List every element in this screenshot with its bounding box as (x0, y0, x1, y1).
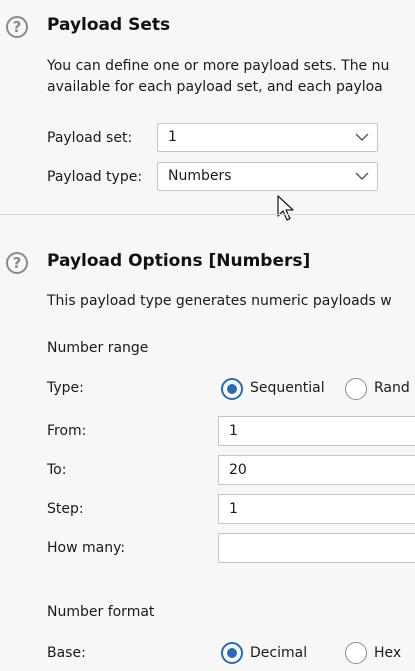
hex-label[interactable]: Hex (374, 645, 401, 661)
mouse-cursor-icon (277, 195, 294, 221)
number-range-heading: Number range (47, 340, 149, 356)
how-many-input[interactable] (218, 533, 415, 563)
payload-sets-description-line2: available for each payload set, and each… (47, 79, 383, 95)
from-label: From: (47, 423, 87, 439)
sequential-radio[interactable] (221, 378, 243, 400)
to-input[interactable]: 20 (218, 455, 415, 485)
to-label: To: (47, 462, 67, 478)
payload-sets-title: Payload Sets (47, 15, 171, 35)
payload-type-label: Payload type: (47, 169, 143, 185)
step-input[interactable]: 1 (218, 494, 415, 524)
base-label: Base: (47, 645, 86, 661)
decimal-radio[interactable] (221, 642, 243, 664)
step-value: 1 (229, 501, 238, 517)
random-label[interactable]: Rand (374, 380, 410, 396)
decimal-label[interactable]: Decimal (250, 645, 307, 661)
payload-set-select[interactable]: 1 (157, 123, 378, 152)
from-input[interactable]: 1 (218, 416, 415, 446)
type-label: Type: (47, 380, 84, 396)
sequential-label[interactable]: Sequential (250, 380, 325, 396)
help-icon[interactable]: ? (6, 252, 28, 274)
chevron-down-icon (355, 133, 369, 141)
hex-radio[interactable] (345, 642, 367, 664)
number-format-heading: Number format (47, 604, 155, 620)
step-label: Step: (47, 501, 84, 517)
payload-options-description: This payload type generates numeric payl… (47, 293, 392, 309)
section-divider (0, 214, 415, 215)
payload-set-label: Payload set: (47, 130, 133, 146)
how-many-label: How many: (47, 540, 126, 556)
random-radio[interactable] (345, 378, 367, 400)
to-value: 20 (229, 462, 247, 478)
payload-type-select[interactable]: Numbers (157, 162, 378, 191)
help-icon[interactable]: ? (6, 16, 28, 38)
payload-set-value: 1 (168, 129, 177, 145)
from-value: 1 (229, 423, 238, 439)
chevron-down-icon (355, 172, 369, 180)
payload-options-title: Payload Options [Numbers] (47, 251, 311, 271)
payload-type-value: Numbers (168, 168, 232, 184)
payload-sets-description-line1: You can define one or more payload sets.… (47, 58, 390, 74)
